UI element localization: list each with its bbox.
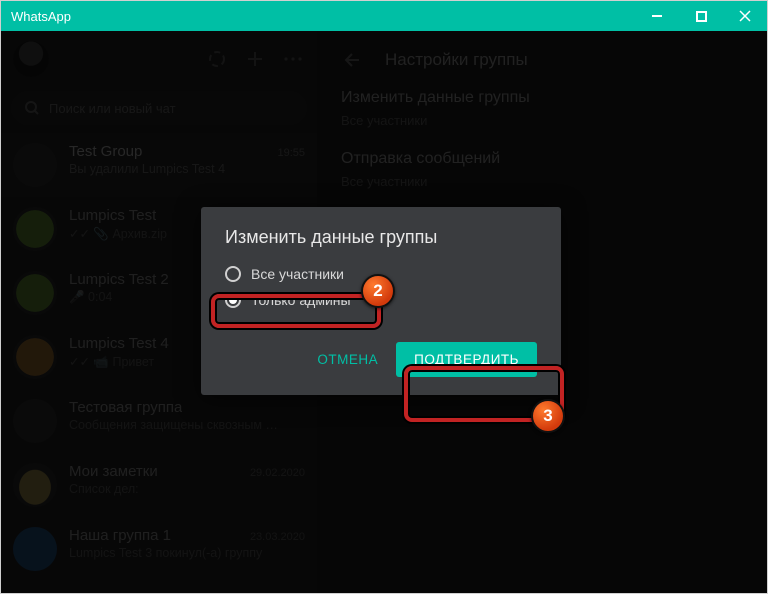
titlebar: WhatsApp	[1, 1, 767, 31]
window-close-button[interactable]	[723, 1, 767, 31]
radio-label: Только админы	[251, 292, 351, 308]
radio-all-participants[interactable]: Все участники	[225, 266, 537, 282]
dialog-actions: ОТМЕНА ПОДТВЕРДИТЬ	[225, 342, 537, 377]
window-title: WhatsApp	[11, 9, 71, 24]
dialog-title: Изменить данные группы	[225, 227, 537, 248]
radio-icon	[225, 266, 241, 282]
radio-label: Все участники	[251, 266, 344, 282]
confirm-button[interactable]: ПОДТВЕРДИТЬ	[396, 342, 537, 377]
radio-only-admins[interactable]: Только админы	[225, 292, 537, 308]
app-window: WhatsApp	[0, 0, 768, 594]
edit-group-info-dialog: Изменить данные группы Все участники Тол…	[201, 207, 561, 395]
radio-icon	[225, 292, 241, 308]
window-maximize-button[interactable]	[679, 1, 723, 31]
cancel-button[interactable]: ОТМЕНА	[317, 352, 378, 367]
window-minimize-button[interactable]	[635, 1, 679, 31]
